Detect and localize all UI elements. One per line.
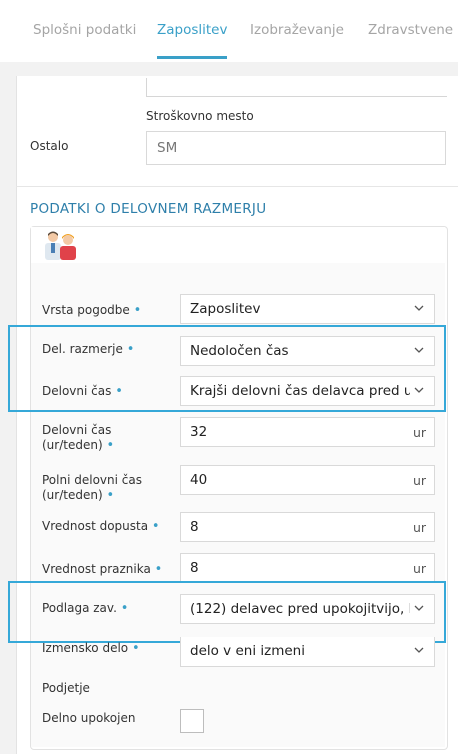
highlight-box-podlaga — [8, 581, 446, 643]
vrsta-pogodbe-label: Vrsta pogodbe • — [42, 303, 142, 318]
vrednost-dopusta-input[interactable]: 8 ur — [180, 512, 435, 542]
delovni-cas-ur-label: Delovni čas (ur/teden) • — [42, 423, 115, 453]
tab-zaposlitev[interactable]: Zaposlitev — [157, 22, 227, 38]
polni-delovni-cas-value: 40 — [190, 472, 208, 488]
delno-upokojen-label: Delno upokojen — [42, 711, 136, 725]
izmensko-delo-label: Izmensko delo • — [42, 641, 140, 656]
active-tab-indicator — [157, 56, 227, 59]
unit-label: ur — [412, 473, 426, 488]
izmensko-delo-value: delo v eni izmeni — [190, 643, 305, 659]
izmensko-delo-select[interactable]: delo v eni izmeni — [180, 637, 435, 667]
delovni-cas-ur-value: 32 — [190, 424, 208, 440]
tab-zdravstvene[interactable]: Zdravstvene — [368, 22, 453, 38]
delno-upokojen-checkbox[interactable] — [180, 709, 204, 733]
tab-splosni-podatki[interactable]: Splošni podatki — [33, 22, 136, 38]
polni-delovni-cas-input[interactable]: 40 ur — [180, 465, 435, 495]
tab-izobrazevanje[interactable]: Izobraževanje — [250, 22, 344, 38]
vrsta-pogodbe-select[interactable]: Zaposlitev — [180, 294, 435, 324]
section-title: PODATKI O DELOVNEM RAZMERJU — [30, 201, 267, 217]
card-header — [31, 227, 445, 263]
chevron-down-icon — [414, 305, 424, 311]
vrednost-praznika-label: Vrednost praznika • — [42, 562, 163, 577]
unit-label: ur — [412, 520, 426, 535]
vrsta-pogodbe-value: Zaposlitev — [190, 301, 261, 317]
unit-label: ur — [412, 561, 426, 576]
ostalo-label: Ostalo — [30, 139, 69, 153]
section-divider — [16, 186, 458, 187]
people-icon — [45, 231, 76, 260]
delovni-cas-ur-input[interactable]: 32 ur — [180, 417, 435, 447]
vrednost-dopusta-value: 8 — [190, 519, 199, 535]
previous-field-box[interactable] — [146, 78, 447, 97]
podjetje-label: Podjetje — [42, 681, 90, 695]
vrednost-praznika-input[interactable]: 8 ur — [180, 553, 435, 583]
vrednost-dopusta-label: Vrednost dopusta • — [42, 519, 160, 534]
unit-label: ur — [412, 425, 426, 440]
polni-delovni-cas-label: Polni delovni čas (ur/teden) • — [42, 473, 142, 503]
stroskovno-mesto-input[interactable]: SM — [146, 131, 446, 165]
tab-bar: Splošni podatki Zaposlitev Izobraževanje… — [0, 0, 458, 62]
vrednost-praznika-value: 8 — [190, 560, 199, 576]
chevron-down-icon — [414, 647, 424, 653]
highlight-box-razmerje — [8, 325, 446, 412]
stroskovno-mesto-label: Stroškovno mesto — [146, 109, 254, 123]
